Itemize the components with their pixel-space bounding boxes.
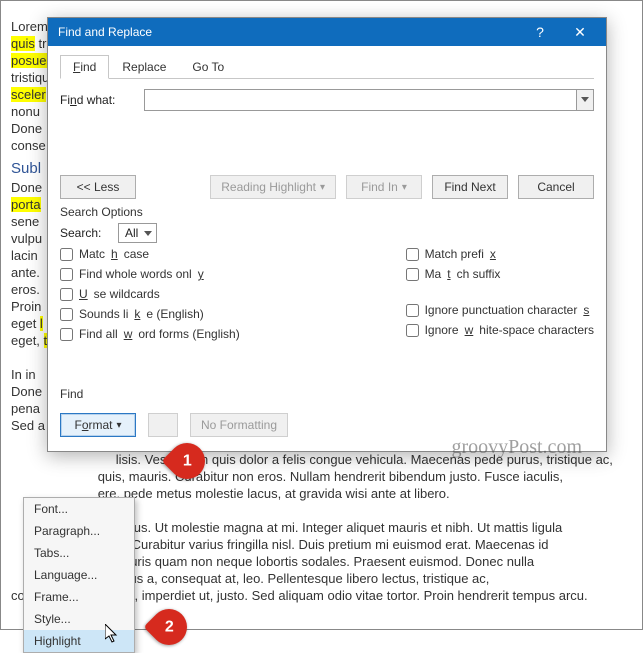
- tab-find[interactable]: Find: [60, 55, 109, 79]
- checkbox-ignore-punct[interactable]: Ignore punctuation characters: [406, 303, 594, 317]
- cancel-button[interactable]: Cancel: [518, 175, 594, 199]
- checkbox-word-forms[interactable]: Find all word forms (English): [60, 327, 240, 341]
- dialog-tabs: Find Replace Go To: [60, 54, 594, 79]
- checkbox-wildcards[interactable]: Use wildcards: [60, 287, 240, 301]
- find-what-label: Find what:: [60, 93, 136, 107]
- search-direction-select[interactable]: All: [118, 223, 157, 243]
- tab-goto[interactable]: Go To: [179, 55, 237, 79]
- checkbox-ignore-whitespace[interactable]: Ignore white-space characters: [406, 323, 594, 337]
- checkbox-match-prefix[interactable]: Match prefix: [406, 247, 594, 261]
- find-replace-dialog: Find and Replace ? ✕ Find Replace Go To …: [47, 17, 607, 452]
- less-button[interactable]: << Less: [60, 175, 136, 199]
- search-options-title: Search Options: [60, 205, 594, 219]
- tab-replace[interactable]: Replace: [109, 55, 179, 79]
- find-what-dropdown[interactable]: [576, 89, 594, 111]
- special-button[interactable]: [148, 413, 178, 437]
- checkbox-sounds-like[interactable]: Sounds like (English): [60, 307, 240, 321]
- cursor-icon: [105, 624, 121, 644]
- menu-item-frame[interactable]: Frame...: [24, 586, 134, 608]
- checkbox-match-suffix[interactable]: Match suffix: [406, 267, 594, 281]
- close-button[interactable]: ✕: [560, 18, 600, 46]
- menu-item-font[interactable]: Font...: [24, 498, 134, 520]
- menu-item-paragraph[interactable]: Paragraph...: [24, 520, 134, 542]
- menu-item-tabs[interactable]: Tabs...: [24, 542, 134, 564]
- format-button[interactable]: Format: [60, 413, 136, 437]
- no-formatting-button[interactable]: No Formatting: [190, 413, 288, 437]
- checkbox-match-case[interactable]: Match case: [60, 247, 240, 261]
- find-section-label: Find: [60, 387, 594, 401]
- find-next-button[interactable]: Find Next: [432, 175, 508, 199]
- menu-item-language[interactable]: Language...: [24, 564, 134, 586]
- dialog-title: Find and Replace: [58, 25, 152, 39]
- reading-highlight-button[interactable]: Reading Highlight: [210, 175, 336, 199]
- help-button[interactable]: ?: [520, 18, 560, 46]
- find-what-input[interactable]: [144, 89, 576, 111]
- dialog-titlebar[interactable]: Find and Replace ? ✕: [48, 18, 606, 46]
- checkbox-whole-words[interactable]: Find whole words only: [60, 267, 240, 281]
- find-in-button[interactable]: Find In: [346, 175, 422, 199]
- search-label: Search:: [60, 226, 110, 240]
